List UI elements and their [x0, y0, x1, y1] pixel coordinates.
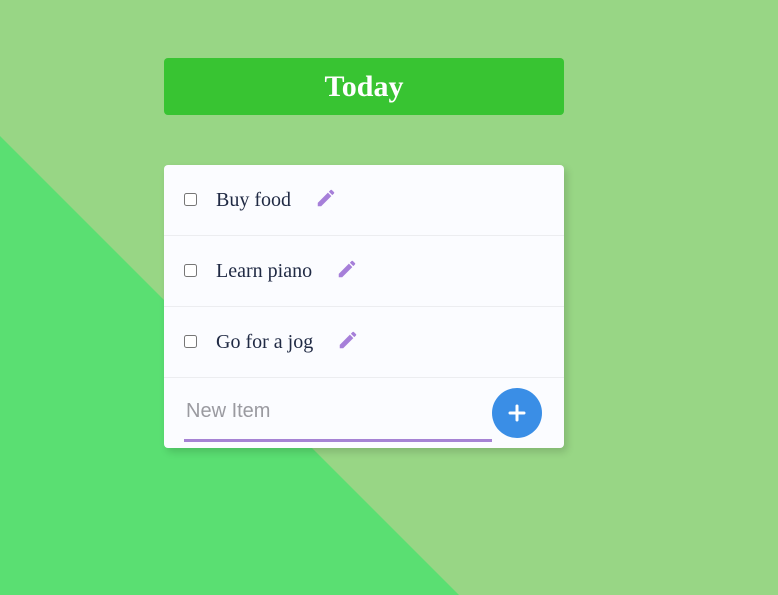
new-item-row	[164, 378, 564, 449]
header-banner: Today	[164, 58, 564, 115]
pencil-icon[interactable]	[336, 258, 358, 280]
item-label-wrapper: Learn piano	[216, 258, 358, 283]
input-underline	[184, 439, 492, 442]
page-title: Today	[324, 69, 404, 103]
item-label-wrapper: Buy food	[216, 187, 337, 212]
item-checkbox[interactable]	[184, 193, 197, 206]
plus-icon	[508, 404, 526, 422]
list-item: Learn piano	[164, 236, 564, 307]
new-item-input[interactable]	[184, 392, 494, 430]
item-label-wrapper: Go for a jog	[216, 329, 359, 354]
item-label: Learn piano	[216, 260, 313, 282]
todo-card: Buy food Learn piano Go for a jog	[164, 165, 564, 448]
pencil-icon[interactable]	[315, 187, 337, 209]
list-item: Buy food	[164, 165, 564, 236]
list-item: Go for a jog	[164, 307, 564, 378]
item-checkbox[interactable]	[184, 335, 197, 348]
pencil-icon[interactable]	[337, 329, 359, 351]
item-label: Buy food	[216, 189, 291, 211]
item-checkbox[interactable]	[184, 264, 197, 277]
add-item-button[interactable]	[492, 388, 542, 438]
item-label: Go for a jog	[216, 331, 314, 353]
